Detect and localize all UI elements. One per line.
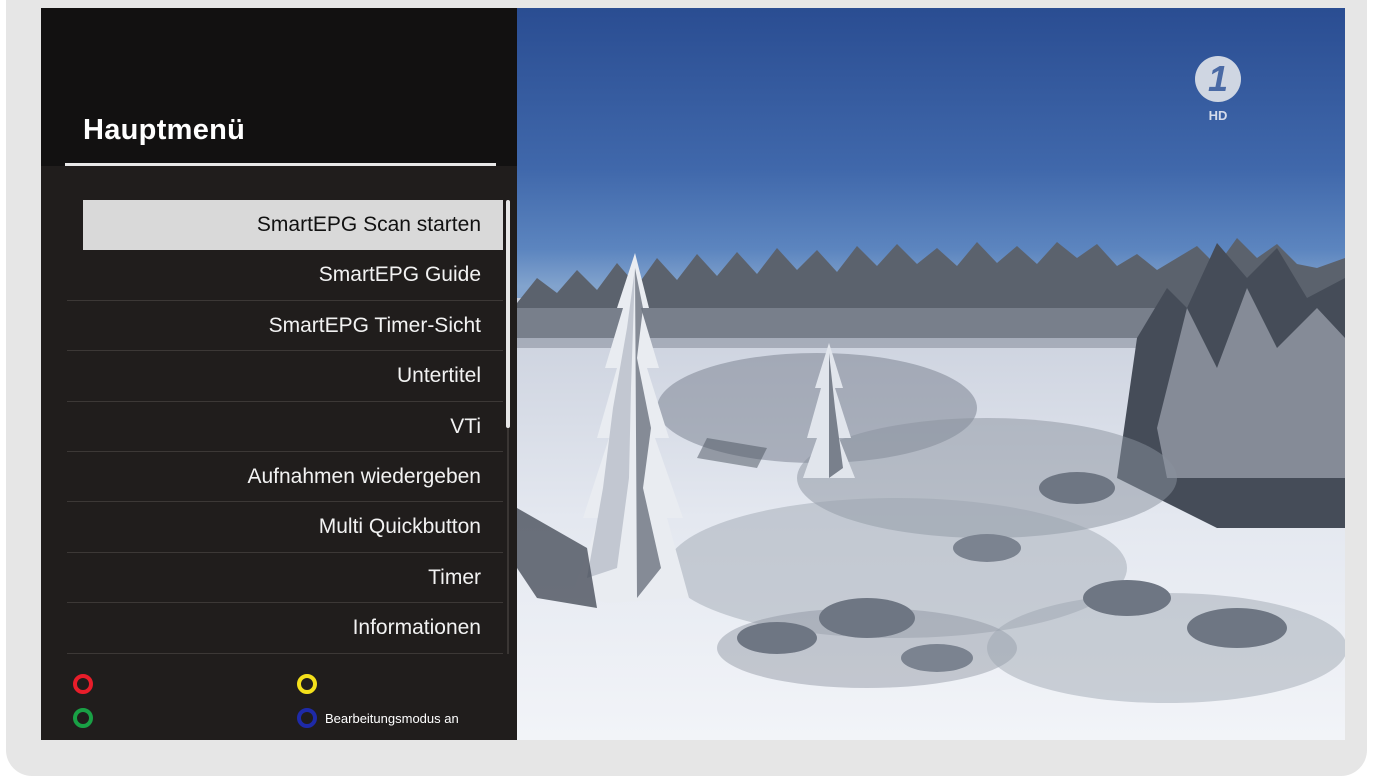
main-menu-panel: Hauptmenü SmartEPG Scan starten SmartEPG… <box>41 8 517 740</box>
hd-badge: HD <box>1208 108 1228 123</box>
menu-item-label: Untertitel <box>396 364 481 388</box>
menu-item-smartepg-scan[interactable]: SmartEPG Scan starten <box>67 200 503 251</box>
menu-item-aufnahmen[interactable]: Aufnahmen wiedergeben <box>67 452 503 503</box>
menu-item-label: VTi <box>450 414 481 438</box>
channel-logo-digit: 1 <box>1207 58 1229 99</box>
yellow-button-icon <box>297 674 317 694</box>
green-key[interactable] <box>73 708 101 728</box>
menu-scrollbar-thumb[interactable] <box>506 200 510 428</box>
blue-button-icon <box>297 708 317 728</box>
menu-item-multi-quickbutton[interactable]: Multi Quickbutton <box>67 502 503 553</box>
red-button-icon <box>73 674 93 694</box>
live-tv-picture: 1 HD <box>517 8 1345 740</box>
channel-logo: 1 HD <box>1195 56 1243 126</box>
menu-item-label: SmartEPG Timer-Sicht <box>268 313 481 337</box>
blue-key-label: Bearbeitungsmodus an <box>325 710 459 726</box>
tv-frame: Hauptmenü SmartEPG Scan starten SmartEPG… <box>6 0 1367 776</box>
menu-item-smartepg-guide[interactable]: SmartEPG Guide <box>67 250 503 301</box>
menu-item-label: Multi Quickbutton <box>318 515 481 539</box>
menu-item-label: SmartEPG Guide <box>318 263 481 287</box>
menu-header: Hauptmenü <box>41 8 517 166</box>
menu-title: Hauptmenü <box>83 114 246 146</box>
menu-item-label: Aufnahmen wiedergeben <box>247 464 481 488</box>
menu-item-vti[interactable]: VTi <box>67 402 503 452</box>
tv-screen: Hauptmenü SmartEPG Scan starten SmartEPG… <box>41 8 1345 740</box>
menu-item-label: SmartEPG Scan starten <box>256 213 481 236</box>
yellow-key[interactable] <box>297 674 325 694</box>
menu-item-timer[interactable]: Timer <box>67 553 503 604</box>
menu-item-informationen[interactable]: Informationen <box>67 603 503 654</box>
menu-list: SmartEPG Scan starten SmartEPG Guide Sma… <box>67 200 503 654</box>
menu-item-smartepg-timer-sicht[interactable]: SmartEPG Timer-Sicht <box>67 301 503 352</box>
title-underline <box>65 163 496 166</box>
menu-item-untertitel[interactable]: Untertitel <box>67 351 503 402</box>
blue-key[interactable]: Bearbeitungsmodus an <box>297 708 459 728</box>
menu-item-label: Timer <box>428 565 481 589</box>
menu-item-label: Informationen <box>352 616 481 640</box>
red-key[interactable] <box>73 674 101 694</box>
green-button-icon <box>73 708 93 728</box>
